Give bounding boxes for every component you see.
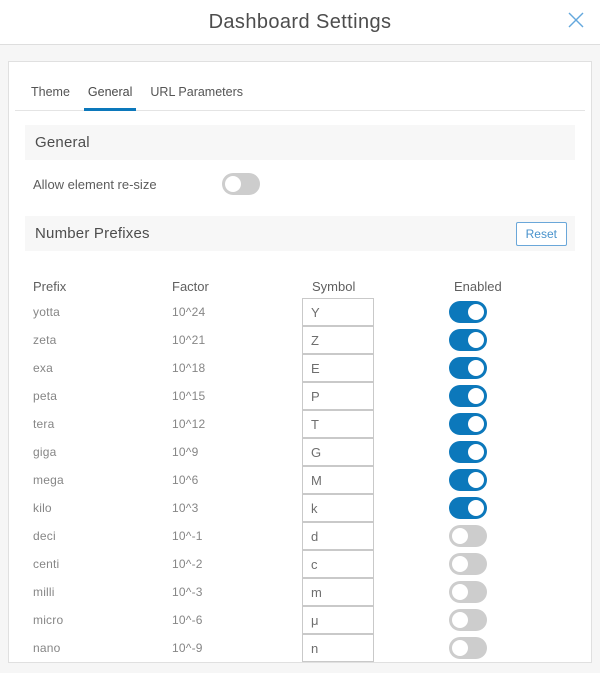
reset-button[interactable]: Reset <box>516 222 567 246</box>
prefix-cell: zeta <box>33 333 172 347</box>
dialog-header: Dashboard Settings <box>0 0 600 45</box>
column-header-factor: Factor <box>172 279 302 294</box>
table-row-milli: milli10^-3 <box>9 578 591 606</box>
general-section-header: General <box>25 125 575 160</box>
tab-url-parameters[interactable]: URL Parameters <box>146 85 247 111</box>
close-icon[interactable] <box>563 7 589 33</box>
settings-panel: Theme General URL Parameters General Allow… <box>8 61 592 663</box>
prefix-cell: kilo <box>33 501 172 515</box>
factor-cell: 10^18 <box>172 361 302 375</box>
table-row-tera: tera10^12 <box>9 410 591 438</box>
prefix-table-body: yotta10^24zeta10^21exa10^18peta10^15tera… <box>9 298 591 662</box>
tab-theme[interactable]: Theme <box>27 85 74 111</box>
number-prefixes-section-title: Number Prefixes <box>35 225 150 242</box>
factor-cell: 10^3 <box>172 501 302 515</box>
tab-bar: Theme General URL Parameters <box>15 62 585 111</box>
prefix-cell: giga <box>33 445 172 459</box>
symbol-input-nano[interactable] <box>302 634 374 662</box>
symbol-input-giga[interactable] <box>302 438 374 466</box>
prefix-cell: tera <box>33 417 172 431</box>
factor-cell: 10^-2 <box>172 557 302 571</box>
factor-cell: 10^-1 <box>172 529 302 543</box>
table-row-kilo: kilo10^3 <box>9 494 591 522</box>
close-x-glyph <box>566 10 586 30</box>
prefix-cell: deci <box>33 529 172 543</box>
enabled-toggle-nano[interactable] <box>449 637 487 659</box>
enabled-toggle-deci[interactable] <box>449 525 487 547</box>
column-header-enabled: Enabled <box>449 279 591 294</box>
prefix-cell: yotta <box>33 305 172 319</box>
enabled-toggle-giga[interactable] <box>449 441 487 463</box>
table-row-deci: deci10^-1 <box>9 522 591 550</box>
symbol-input-exa[interactable] <box>302 354 374 382</box>
enabled-toggle-mega[interactable] <box>449 469 487 491</box>
allow-resize-toggle[interactable] <box>222 173 260 195</box>
symbol-input-yotta[interactable] <box>302 298 374 326</box>
table-row-mega: mega10^6 <box>9 466 591 494</box>
prefix-cell: nano <box>33 641 172 655</box>
enabled-toggle-kilo[interactable] <box>449 497 487 519</box>
dialog-title: Dashboard Settings <box>209 11 392 34</box>
prefix-cell: mega <box>33 473 172 487</box>
table-row-centi: centi10^-2 <box>9 550 591 578</box>
column-header-symbol: Symbol <box>302 279 449 294</box>
factor-cell: 10^21 <box>172 333 302 347</box>
enabled-toggle-yotta[interactable] <box>449 301 487 323</box>
general-section-title: General <box>35 134 90 151</box>
table-row-nano: nano10^-9 <box>9 634 591 662</box>
factor-cell: 10^-6 <box>172 613 302 627</box>
symbol-input-deci[interactable] <box>302 522 374 550</box>
factor-cell: 10^24 <box>172 305 302 319</box>
prefix-cell: peta <box>33 389 172 403</box>
factor-cell: 10^-3 <box>172 585 302 599</box>
enabled-toggle-micro[interactable] <box>449 609 487 631</box>
symbol-input-mega[interactable] <box>302 466 374 494</box>
prefix-cell: exa <box>33 361 172 375</box>
table-row-micro: micro10^-6 <box>9 606 591 634</box>
symbol-input-kilo[interactable] <box>302 494 374 522</box>
enabled-toggle-centi[interactable] <box>449 553 487 575</box>
table-row-exa: exa10^18 <box>9 354 591 382</box>
number-prefixes-section-header: Number Prefixes Reset <box>25 216 575 251</box>
symbol-input-micro[interactable] <box>302 606 374 634</box>
table-row-zeta: zeta10^21 <box>9 326 591 354</box>
enabled-toggle-milli[interactable] <box>449 581 487 603</box>
enabled-toggle-exa[interactable] <box>449 357 487 379</box>
prefix-table-header: Prefix Factor Symbol Enabled <box>9 279 591 294</box>
symbol-input-zeta[interactable] <box>302 326 374 354</box>
prefix-cell: micro <box>33 613 172 627</box>
prefix-cell: milli <box>33 585 172 599</box>
symbol-input-tera[interactable] <box>302 410 374 438</box>
enabled-toggle-tera[interactable] <box>449 413 487 435</box>
table-row-yotta: yotta10^24 <box>9 298 591 326</box>
tab-general[interactable]: General <box>84 85 136 111</box>
prefix-cell: centi <box>33 557 172 571</box>
column-header-prefix: Prefix <box>33 279 172 294</box>
factor-cell: 10^6 <box>172 473 302 487</box>
factor-cell: 10^9 <box>172 445 302 459</box>
factor-cell: 10^-9 <box>172 641 302 655</box>
table-row-giga: giga10^9 <box>9 438 591 466</box>
enabled-toggle-peta[interactable] <box>449 385 487 407</box>
factor-cell: 10^12 <box>172 417 302 431</box>
allow-resize-label: Allow element re-size <box>33 177 222 192</box>
symbol-input-peta[interactable] <box>302 382 374 410</box>
enabled-toggle-zeta[interactable] <box>449 329 487 351</box>
symbol-input-centi[interactable] <box>302 550 374 578</box>
table-row-peta: peta10^15 <box>9 382 591 410</box>
factor-cell: 10^15 <box>172 389 302 403</box>
allow-resize-row: Allow element re-size <box>33 166 591 202</box>
symbol-input-milli[interactable] <box>302 578 374 606</box>
